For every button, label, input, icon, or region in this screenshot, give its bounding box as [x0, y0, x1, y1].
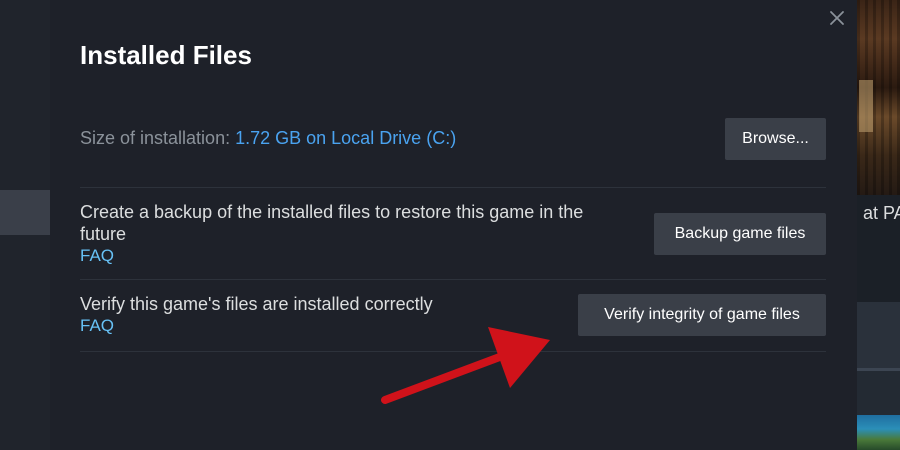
backup-game-files-button[interactable]: Backup game files [654, 213, 826, 255]
background-game-art [857, 0, 900, 195]
divider [80, 351, 826, 352]
close-button[interactable] [827, 10, 847, 30]
right-background-panel: at PA [857, 0, 900, 450]
size-label: Size of installation: [80, 128, 236, 148]
verify-integrity-button[interactable]: Verify integrity of game files [578, 294, 826, 336]
divider [80, 279, 826, 280]
background-thumbnail [857, 415, 900, 450]
background-text: at PA [863, 203, 900, 223]
verify-faq-link[interactable]: FAQ [80, 316, 114, 336]
divider [80, 187, 826, 188]
left-selected-item [0, 190, 50, 235]
dialog-title: Installed Files [80, 40, 252, 70]
backup-faq-link[interactable]: FAQ [80, 246, 114, 266]
background-panel [857, 302, 900, 368]
size-row: Size of installation: 1.72 GB on Local D… [80, 118, 826, 188]
installed-files-dialog: Installed Files Size of installation: 1.… [50, 0, 857, 450]
size-info: Size of installation: 1.72 GB on Local D… [80, 128, 456, 149]
close-icon [830, 11, 844, 25]
backup-description: Create a backup of the installed files t… [80, 202, 584, 244]
browse-button[interactable]: Browse... [725, 118, 826, 160]
size-location-link[interactable]: 1.72 GB on Local Drive (C:) [235, 128, 456, 148]
background-panel [857, 371, 900, 415]
verify-description: Verify this game's files are installed c… [80, 294, 433, 314]
